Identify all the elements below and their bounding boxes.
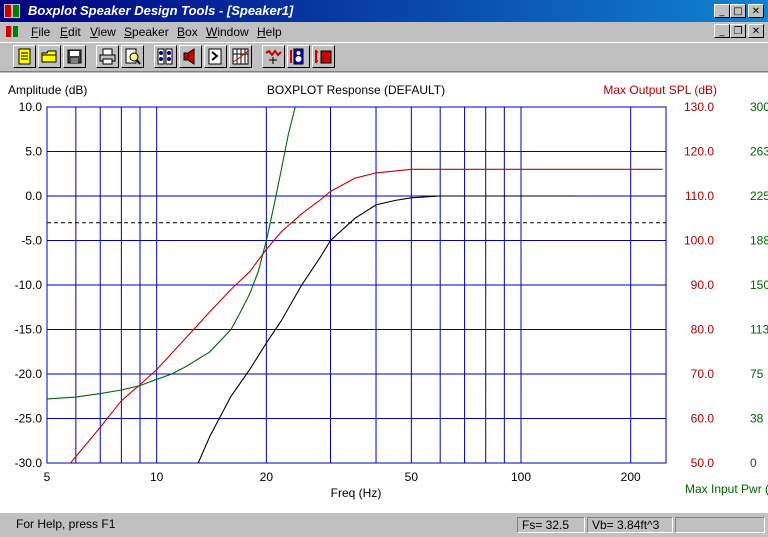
x-axis-label: Freq (Hz) (331, 486, 382, 500)
box-button[interactable] (204, 45, 227, 68)
print-preview-button[interactable] (121, 45, 144, 68)
chart-window[interactable]: BOXPLOT Response (DEFAULT) Amplitude (dB)… (0, 73, 768, 512)
y-tick-label: -30.0 (15, 456, 43, 470)
menu-box[interactable]: Box (177, 25, 198, 39)
y3-tick-label: 0 (750, 456, 757, 470)
new-file-icon (18, 48, 31, 65)
menu-bar: File Edit View Speaker Box Window Help _… (0, 22, 768, 41)
open-folder-icon (41, 50, 57, 63)
chart-grid-icon (232, 48, 249, 65)
x-tick-label: 10 (150, 470, 164, 484)
speaker-button[interactable] (179, 45, 202, 68)
x-tick-label: 200 (621, 470, 641, 484)
y2-tick-label: 110.0 (685, 189, 714, 203)
print-button[interactable] (96, 45, 119, 68)
print-icon (99, 48, 116, 65)
y-tick-label: -20.0 (15, 367, 43, 381)
title-bar: Boxplot Speaker Design Tools - [Speaker1… (0, 0, 768, 22)
y2-tick-label: 90.0 (691, 278, 715, 292)
x-tick-label: 5 (44, 470, 51, 484)
save-disk-icon (67, 49, 82, 64)
menu-help[interactable]: Help (257, 25, 282, 39)
chart-grid-button[interactable] (229, 45, 252, 68)
y3-axis-label: Max Input Pwr (W (685, 482, 768, 496)
speaker-icon (183, 48, 195, 65)
menu-file[interactable]: File (31, 25, 50, 39)
speaker-parameters-icon (157, 48, 173, 65)
y2-axis-label: Max Output SPL (dB) (603, 83, 717, 97)
y3-tick-label: 113 (750, 323, 768, 337)
toolbar (0, 42, 768, 72)
speaker-parameters-button[interactable] (154, 45, 177, 68)
y3-tick-label: 150 (750, 278, 768, 292)
status-bar: For Help, press F1 Fs= 32.5 Vb= 3.84ft^3 (0, 512, 768, 537)
x-tick-label: 50 (405, 470, 419, 484)
chart-grid (46, 106, 667, 464)
menu-window[interactable]: Window (206, 25, 249, 39)
app-icon[interactable] (4, 4, 20, 18)
y-tick-label: 5.0 (25, 145, 42, 159)
response-chart[interactable]: BOXPLOT Response (DEFAULT) Amplitude (dB)… (0, 73, 768, 512)
y3-tick-label: 300 (750, 100, 768, 114)
window-title: Boxplot Speaker Design Tools - [Speaker1… (28, 3, 294, 18)
maximize-button[interactable]: □ (730, 4, 746, 18)
y2-tick-label: 60.0 (691, 412, 715, 426)
y-axis-label: Amplitude (dB) (8, 83, 87, 97)
y2-tick-label: 130.0 (684, 100, 714, 114)
y3-tick-label: 75 (750, 367, 764, 381)
print-preview-icon (125, 48, 141, 65)
child-close-button[interactable]: ✕ (748, 24, 764, 38)
power-curve-green (47, 107, 296, 400)
y-tick-label: -5.0 (21, 234, 42, 248)
save-button[interactable] (63, 45, 86, 68)
y3-tick-label: 38 (750, 412, 764, 426)
y2-tick-label: 100.0 (684, 234, 714, 248)
y3-tick-label: 263 (750, 145, 768, 159)
y3-tick-label: 188 (750, 234, 768, 248)
menu-view[interactable]: View (90, 25, 116, 39)
y-tick-label: 0.0 (25, 189, 42, 203)
box-icon (208, 48, 222, 65)
status-extra (675, 517, 765, 533)
spl-icon (315, 49, 332, 64)
status-fs: Fs= 32.5 (517, 517, 585, 533)
new-button[interactable] (13, 45, 36, 68)
y-tick-label: -10.0 (15, 278, 43, 292)
minimize-button[interactable]: _ (714, 4, 730, 18)
y-tick-label: -15.0 (15, 323, 43, 337)
response-curve-icon (265, 49, 282, 64)
open-button[interactable] (38, 45, 61, 68)
response-curve-button[interactable] (262, 45, 285, 68)
child-minimize-button[interactable]: _ (714, 24, 730, 38)
spl-button[interactable] (312, 45, 335, 68)
y-tick-label: 10.0 (19, 100, 43, 114)
document-icon[interactable] (5, 25, 19, 38)
child-restore-button[interactable]: ❐ (730, 24, 746, 38)
chart-labels: BOXPLOT Response (DEFAULT) Amplitude (dB)… (8, 83, 768, 500)
status-help-text: For Help, press F1 (16, 517, 116, 531)
y2-tick-label: 70.0 (691, 367, 715, 381)
menu-edit[interactable]: Edit (60, 25, 81, 39)
x-tick-label: 100 (511, 470, 531, 484)
excursion-icon (290, 48, 304, 65)
y2-tick-label: 80.0 (691, 323, 715, 337)
y2-tick-label: 120.0 (684, 145, 714, 159)
x-tick-label: 20 (260, 470, 274, 484)
menu-speaker[interactable]: Speaker (124, 25, 169, 39)
y-tick-label: -25.0 (15, 412, 43, 426)
excursion-button[interactable] (287, 45, 310, 68)
y3-tick-label: 225 (750, 189, 768, 203)
close-button[interactable]: ✕ (748, 4, 764, 18)
chart-title: BOXPLOT Response (DEFAULT) (267, 83, 445, 97)
status-vb: Vb= 3.84ft^3 (587, 517, 673, 533)
y2-tick-label: 50.0 (691, 456, 715, 470)
